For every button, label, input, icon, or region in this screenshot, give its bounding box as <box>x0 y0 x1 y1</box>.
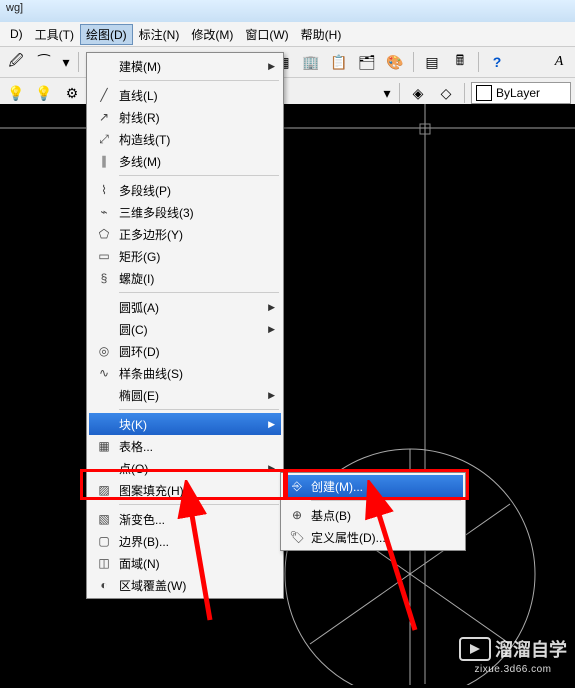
boundary-icon: ▢ <box>89 534 119 548</box>
rectangle-icon: ▭ <box>89 249 119 263</box>
menu-d-partial[interactable]: D) <box>4 25 29 43</box>
menu-divider <box>311 500 461 501</box>
menu-ray[interactable]: ↗ 射线(R) <box>89 106 281 128</box>
menu-modeling[interactable]: 建模(M) ▶ <box>89 55 281 77</box>
spline-icon: ∿ <box>89 366 119 380</box>
submenu-define-attribute[interactable]: 🏷 定义属性(D)... <box>283 526 463 548</box>
menu-line[interactable]: ╱ 直线(L) <box>89 84 281 106</box>
calculator-icon[interactable]: 🖩 <box>448 50 472 74</box>
menu-arc[interactable]: 圆弧(A) ▶ <box>89 296 281 318</box>
polygon-icon: ⬠ <box>89 227 119 241</box>
separator <box>464 83 465 103</box>
wipeout-icon: ◐ <box>89 578 119 592</box>
watermark-url: zixue.3d66.com <box>459 664 567 675</box>
sheetset-icon[interactable]: 🏢 <box>299 50 323 74</box>
menu-draw[interactable]: 绘图(D) <box>80 24 133 45</box>
menu-divider <box>119 292 279 293</box>
menu-donut[interactable]: ◎ 圆环(D) <box>89 340 281 362</box>
submenu-base-point[interactable]: ⊕ 基点(B) <box>283 504 463 526</box>
mline-icon: ∥ <box>89 154 119 168</box>
quickcalc-icon[interactable]: 🖉 <box>4 50 28 74</box>
menu-rectangle[interactable]: ▭ 矩形(G) <box>89 245 281 267</box>
hatch-icon: ▨ <box>89 483 119 497</box>
draw-menu-dropdown: 建模(M) ▶ ╱ 直线(L) ↗ 射线(R) ⤢ 构造线(T) ∥ 多线(M)… <box>86 52 284 599</box>
submenu-arrow-icon: ▶ <box>268 61 275 72</box>
layer-filter-icon[interactable]: ◇ <box>434 81 458 105</box>
menu-wipeout[interactable]: ◐ 区域覆盖(W) <box>89 574 281 596</box>
menu-3dpoly[interactable]: ⌁ 三维多段线(3) <box>89 201 281 223</box>
menu-divider <box>119 504 279 505</box>
make-block-icon: ⎆ <box>283 479 311 494</box>
donut-icon: ◎ <box>89 344 119 358</box>
arc-tool-icon[interactable]: ⁀ <box>32 50 56 74</box>
ray-icon: ↗ <box>89 110 119 124</box>
dropdown-arrow-icon[interactable]: ▾ <box>381 81 393 105</box>
menu-window[interactable]: 窗口(W) <box>239 24 294 45</box>
menu-xline[interactable]: ⤢ 构造线(T) <box>89 128 281 150</box>
gradient-icon: ▧ <box>89 512 119 526</box>
submenu-arrow-icon: ▶ <box>268 324 275 335</box>
menu-ellipse[interactable]: 椭圆(E) ▶ <box>89 384 281 406</box>
watermark-brand: 溜溜自学 <box>495 636 567 662</box>
bulb-off-icon[interactable]: 💡 <box>32 81 56 105</box>
submenu-arrow-icon: ▶ <box>268 419 275 430</box>
menu-help[interactable]: 帮助(H) <box>295 24 348 45</box>
submenu-arrow-icon: ▶ <box>268 390 275 401</box>
properties-icon[interactable]: 📋 <box>327 50 351 74</box>
menu-tools[interactable]: 工具(T) <box>29 24 80 45</box>
window-titlebar: wg] <box>0 0 575 22</box>
xline-icon: ⤢ <box>89 132 119 147</box>
menubar: D) 工具(T) 绘图(D) 标注(N) 修改(M) 窗口(W) 帮助(H) <box>0 22 575 47</box>
menu-region[interactable]: ◫ 面域(N) <box>89 552 281 574</box>
menu-hatch[interactable]: ▨ 图案填充(H)... <box>89 479 281 501</box>
menu-divider <box>119 80 279 81</box>
helix-icon: § <box>89 271 119 285</box>
separator <box>399 83 400 103</box>
separator <box>478 52 479 72</box>
layer-states-icon[interactable]: ◈ <box>406 81 430 105</box>
attdef-icon: 🏷 <box>283 530 311 544</box>
help-icon[interactable]: ? <box>485 50 509 74</box>
watermark: 溜溜自学 zixue.3d66.com <box>459 636 567 675</box>
3dpoly-icon: ⌁ <box>89 205 119 219</box>
menu-divider <box>119 175 279 176</box>
region-icon: ◫ <box>89 556 119 570</box>
title-text: wg] <box>6 2 23 14</box>
menu-table[interactable]: ▦ 表格... <box>89 435 281 457</box>
play-icon <box>459 637 491 661</box>
base-icon: ⊕ <box>283 508 311 522</box>
layer-icon[interactable]: 🗂 <box>355 50 379 74</box>
separator <box>78 52 79 72</box>
separator <box>413 52 414 72</box>
menu-polygon[interactable]: ⬠ 正多边形(Y) <box>89 223 281 245</box>
submenu-create-block[interactable]: ⎆ 创建(M)... <box>283 475 463 497</box>
menu-circle[interactable]: 圆(C) ▶ <box>89 318 281 340</box>
dropdown-arrow-icon[interactable]: ▾ <box>60 50 72 74</box>
menu-pline[interactable]: ⌇ 多段线(P) <box>89 179 281 201</box>
table-icon[interactable]: ▤ <box>420 50 444 74</box>
menu-boundary[interactable]: ▢ 边界(B)... <box>89 530 281 552</box>
gear-icon[interactable]: ⚙ <box>60 81 84 105</box>
table-icon: ▦ <box>89 439 119 453</box>
color-control[interactable]: ByLayer <box>471 82 571 104</box>
menu-mline[interactable]: ∥ 多线(M) <box>89 150 281 172</box>
submenu-arrow-icon: ▶ <box>268 463 275 474</box>
menu-dimension[interactable]: 标注(N) <box>133 24 186 45</box>
color-swatch <box>476 85 492 101</box>
menu-modify[interactable]: 修改(M) <box>185 24 239 45</box>
menu-divider <box>119 409 279 410</box>
block-submenu: ⎆ 创建(M)... ⊕ 基点(B) 🏷 定义属性(D)... <box>280 472 466 551</box>
text-style-icon[interactable]: A <box>547 50 571 74</box>
pline-icon: ⌇ <box>89 183 119 197</box>
menu-block[interactable]: 块(K) ▶ <box>89 413 281 435</box>
menu-gradient[interactable]: ▧ 渐变色... <box>89 508 281 530</box>
line-icon: ╱ <box>89 88 119 102</box>
bylayer-label: ByLayer <box>496 86 540 100</box>
submenu-arrow-icon: ▶ <box>268 302 275 313</box>
menu-point[interactable]: 点(O) ▶ <box>89 457 281 479</box>
menu-helix[interactable]: § 螺旋(I) <box>89 267 281 289</box>
menu-spline[interactable]: ∿ 样条曲线(S) <box>89 362 281 384</box>
paint-icon[interactable]: 🎨 <box>383 50 407 74</box>
bulb-on-icon[interactable]: 💡 <box>4 81 28 105</box>
